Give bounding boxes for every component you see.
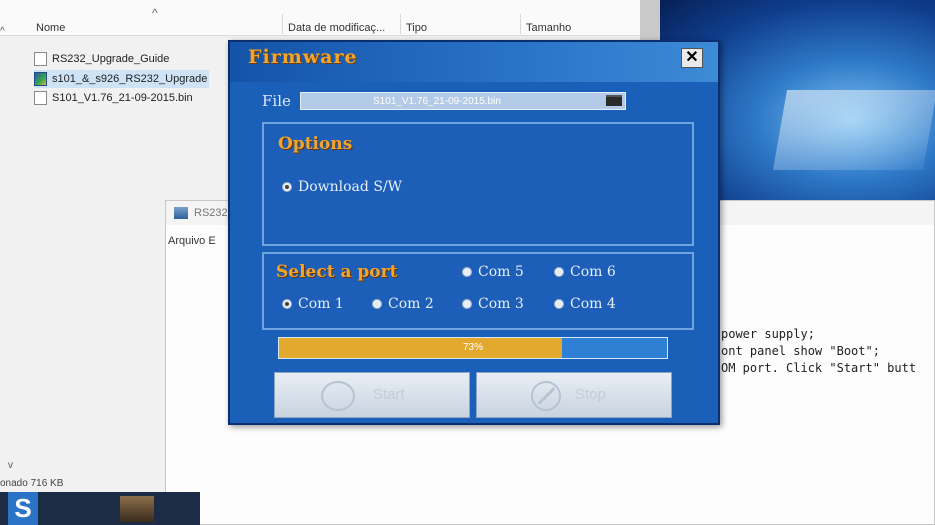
status-bar-text: onado 716 KB [0,478,64,489]
file-path-field[interactable]: S101_V1.76_21-09-2015.bin [300,92,626,110]
port-com5[interactable]: Com 5 [462,264,524,280]
stop-icon [531,381,561,411]
start-button[interactable]: Start [274,372,470,418]
radio-icon[interactable] [462,299,472,309]
file-name: RS232_Upgrade_Guide [52,53,170,65]
file-icon [34,91,47,105]
taskbar: S [0,492,200,525]
stop-button[interactable]: Stop [476,372,672,418]
port-select-group: Select a port Com 5 Com 6 Com 1 Com 2 Co… [262,252,694,330]
port-label: Com 1 [298,296,344,312]
skype-taskbar-icon[interactable]: S [8,492,38,525]
radio-icon[interactable] [282,182,292,192]
port-label: Com 4 [570,296,616,312]
firmware-dialog: Firmware ✕ File S101_V1.76_21-09-2015.bi… [228,40,720,425]
column-modified[interactable]: Data de modificaç... [288,22,385,34]
file-path-value: S101_V1.76_21-09-2015.bin [373,95,501,107]
text-line: OM port. Click "Start" butt [721,361,917,375]
progress-text: 73% [462,342,483,353]
text-line: ont panel show "Boot"; [721,344,880,358]
notepad-icon [174,207,188,219]
options-title: Options [278,134,353,154]
port-label: Com 6 [570,264,616,280]
app-taskbar-icon[interactable] [120,496,154,522]
options-group: Options Download S/W [262,122,694,246]
radio-icon[interactable] [282,299,292,309]
column-type[interactable]: Tipo [406,22,427,34]
radio-icon[interactable] [372,299,382,309]
port-com2[interactable]: Com 2 [372,296,434,312]
option-download-sw[interactable]: Download S/W [282,179,402,195]
stop-label: Stop [575,386,606,403]
port-label: Com 3 [478,296,524,312]
start-label: Start [373,386,405,403]
column-separator [520,14,521,34]
explorer-column-header: ^ ^ Nome Data de modificaç... Tipo Taman… [0,0,640,37]
column-name[interactable]: Nome [36,22,65,34]
radio-icon[interactable] [462,267,472,277]
option-label: Download S/W [298,179,403,195]
column-separator [282,14,283,34]
port-label: Com 5 [478,264,524,280]
firmware-titlebar[interactable]: Firmware ✕ [230,42,718,82]
firmware-title: Firmware [248,46,358,68]
file-label: File [262,92,291,110]
file-row-rs232-upgrade[interactable]: s101_&_s926_RS232_Upgrade [34,70,209,88]
file-name: S101_V1.76_21-09-2015.bin [52,92,193,104]
file-name: s101_&_s926_RS232_Upgrade [52,73,208,85]
close-button[interactable]: ✕ [681,48,703,68]
start-icon [321,381,355,411]
port-com4[interactable]: Com 4 [554,296,616,312]
text-line: power supply; [721,327,815,341]
file-row-firmware-bin[interactable]: S101_V1.76_21-09-2015.bin [34,89,193,107]
menu-arquivo[interactable]: Arquivo E [168,235,216,247]
radio-icon[interactable] [554,267,564,277]
folder-browse-icon[interactable] [606,95,622,106]
progress-bar: 73% [278,337,668,359]
column-size[interactable]: Tamanho [526,22,571,34]
port-title: Select a port [276,262,398,282]
column-separator [400,14,401,34]
port-com3[interactable]: Com 3 [462,296,524,312]
document-icon [34,52,47,66]
wallpaper-light-beam [772,90,935,170]
file-row-upgrade-guide[interactable]: RS232_Upgrade_Guide [34,50,169,68]
app-icon [34,72,47,86]
port-com6[interactable]: Com 6 [554,264,616,280]
radio-icon[interactable] [554,299,564,309]
port-label: Com 2 [388,296,434,312]
sort-caret-icon: ^ [152,6,158,20]
port-com1[interactable]: Com 1 [282,296,344,312]
scroll-down-icon[interactable]: v [8,460,13,471]
scroll-up-icon[interactable]: ^ [0,26,5,37]
